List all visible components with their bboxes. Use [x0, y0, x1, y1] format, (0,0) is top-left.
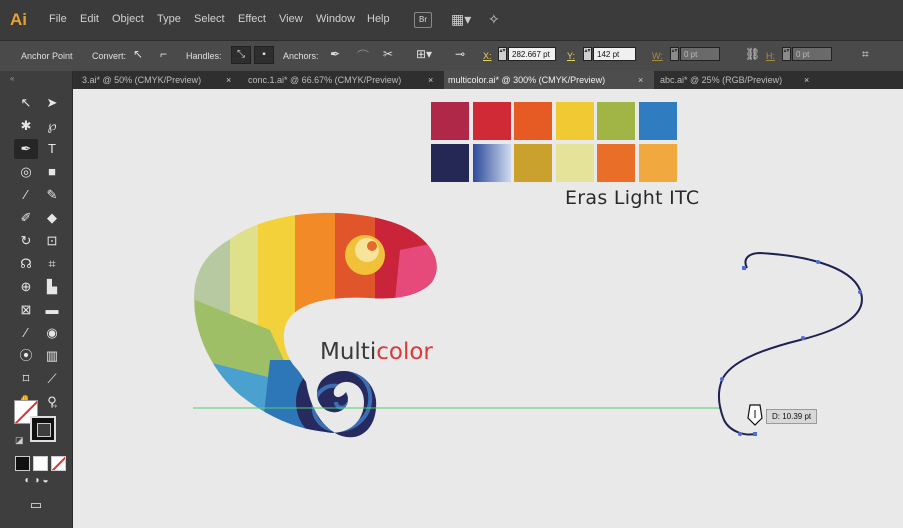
chameleon-artwork[interactable]	[0, 0, 903, 528]
pen-cursor-icon	[747, 404, 763, 426]
chameleon-eye	[345, 235, 385, 275]
logo-text-multi: Multi	[320, 339, 377, 365]
distance-tooltip: D: 10.39 pt	[766, 409, 818, 424]
chameleon-body	[194, 212, 437, 438]
logo-text-color: color	[376, 339, 433, 365]
logo-wordmark: Multicolor	[320, 339, 433, 365]
